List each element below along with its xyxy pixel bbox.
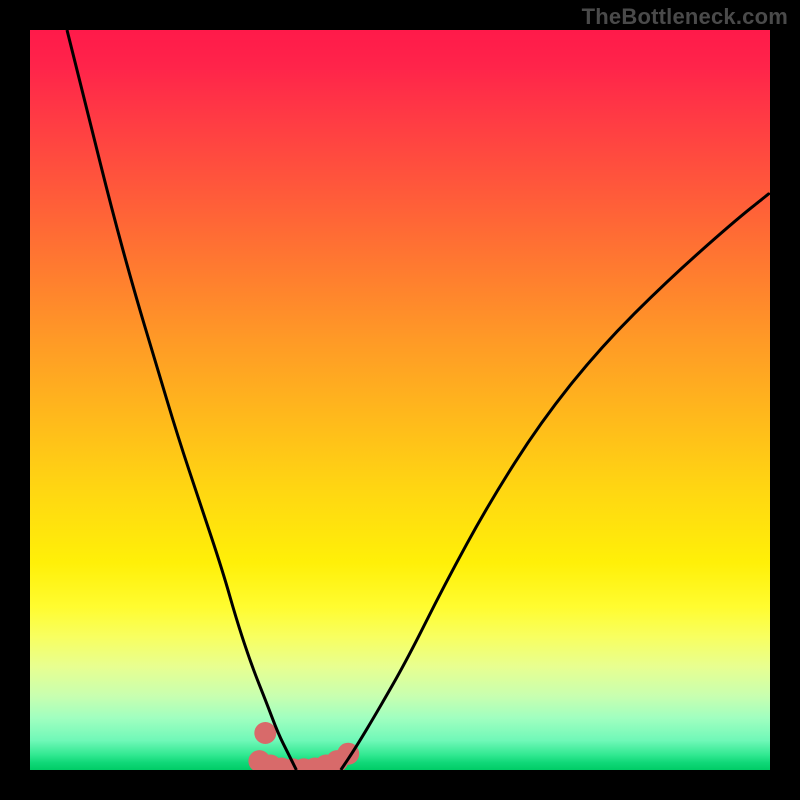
right-curve (341, 193, 770, 770)
chart-container: TheBottleneck.com (0, 0, 800, 800)
left-curve (67, 30, 296, 770)
valley-markers-group (248, 722, 359, 770)
valley-marker (254, 722, 276, 744)
watermark-text: TheBottleneck.com (582, 4, 788, 30)
chart-svg (30, 30, 770, 770)
plot-area (30, 30, 770, 770)
